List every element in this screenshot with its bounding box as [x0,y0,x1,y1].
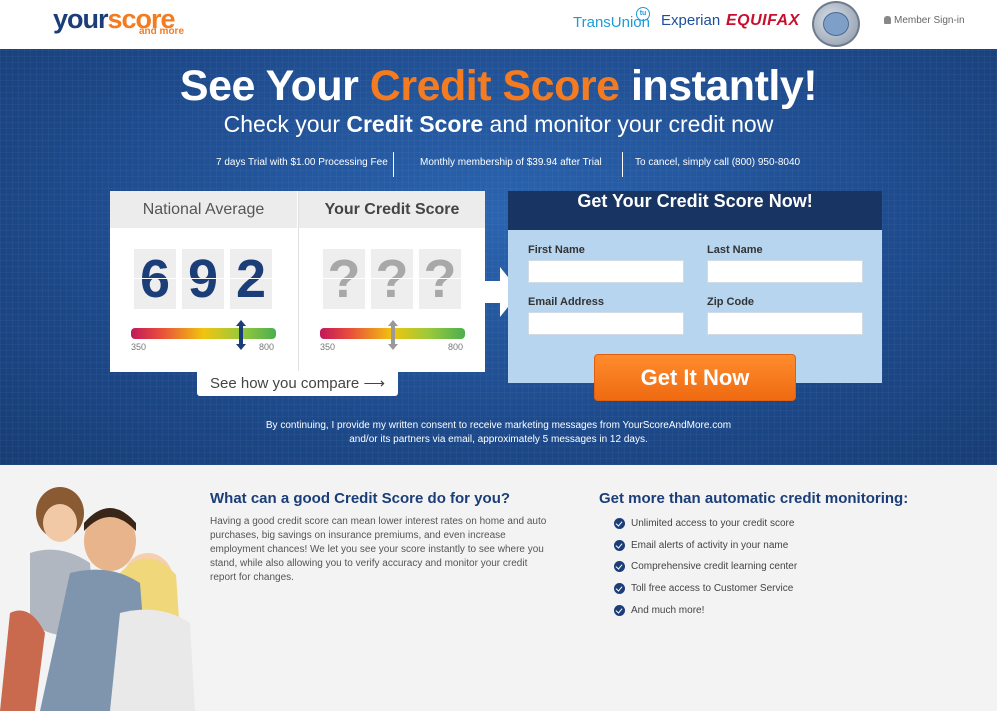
get-it-now-button[interactable]: Get It Now [594,354,796,401]
national-average-digits: 6 9 2 [134,249,274,311]
hero-section: See Your Credit Score instantly! Check y… [0,49,997,465]
divider [622,152,623,177]
first-name-label: First Name [528,244,585,256]
hero-subtitle: Check your Credit Score and monitor your… [223,111,774,137]
user-icon [884,16,891,24]
benefits-list: Unlimited access to your credit score Em… [614,517,797,625]
zip-code-input[interactable] [707,312,863,335]
score-digit: ? [419,249,461,309]
trust-seal-icon [812,1,860,47]
experian-logo: Experian [661,12,721,29]
last-name-label: Last Name [707,244,763,256]
list-item: Comprehensive credit learning center [614,560,797,582]
email-input[interactable] [528,312,684,335]
consent-text: By continuing, I provide my written cons… [265,420,732,445]
check-circle-icon [614,583,625,595]
trial-terms: 7 days Trial with $1.00 Processing Fee [216,157,388,168]
email-label: Email Address [528,296,605,308]
gauge-min-label: 350 [131,342,147,352]
member-signin-link[interactable]: Member Sign-in [884,15,965,26]
national-average-label: National Average [110,191,297,228]
family-photo [0,487,195,711]
cancel-terms: To cancel, simply call (800) 950-8040 [635,157,801,168]
site-header: yourscore and more TransUnion tu Experia… [0,0,997,49]
list-item: Email alerts of activity in your name [614,539,797,561]
check-circle-icon [614,604,625,616]
gauge-needle-icon [387,320,398,350]
score-comparison-panel: National Average 6 9 2 350 800 Your Cred… [110,191,485,372]
list-item: Unlimited access to your credit score [614,517,797,539]
logo-tagline: and more [139,26,185,37]
list-item: And much more! [614,604,797,626]
transunion-badge-icon: tu [636,7,650,21]
your-score-card: Your Credit Score ? ? ? 350 800 [298,191,485,372]
benefits-section: What can a good Credit Score do for you?… [0,465,997,711]
gauge-min-label: 350 [320,342,336,352]
equifax-logo: EQUIFAX [726,12,800,29]
left-heading: What can a good Credit Score do for you? [210,490,511,507]
score-gauge-bar [131,328,276,339]
form-title: Get Your Credit Score Now! [508,191,882,230]
last-name-input[interactable] [707,260,863,283]
score-digit: 9 [182,249,224,309]
membership-terms: Monthly membership of $39.94 after Trial [420,157,602,168]
right-heading: Get more than automatic credit monitorin… [599,490,909,507]
zip-code-label: Zip Code [707,296,755,308]
list-item: Toll free access to Customer Service [614,582,797,604]
score-digit: 2 [230,249,272,309]
score-digit: ? [371,249,413,309]
site-logo[interactable]: yourscore and more [53,4,193,40]
score-digit: 6 [134,249,176,309]
first-name-input[interactable] [528,260,684,283]
arrow-right-icon: ⟶ [363,375,385,392]
check-circle-icon [614,518,625,529]
score-digit: ? [323,249,365,309]
gauge-max-label: 800 [448,342,464,352]
divider [393,152,394,177]
your-score-digits: ? ? ? [323,249,463,311]
check-circle-icon [614,561,625,573]
gauge-max-label: 800 [259,342,275,352]
see-how-you-compare-button[interactable]: See how you compare ⟶ [197,371,398,396]
national-average-card: National Average 6 9 2 350 800 [110,191,297,372]
check-circle-icon [614,539,625,551]
left-paragraph: Having a good credit score can mean lowe… [210,516,547,583]
hero-title: See Your Credit Score instantly! [179,62,818,110]
your-score-label: Your Credit Score [299,191,485,228]
gauge-needle-icon [236,320,247,350]
